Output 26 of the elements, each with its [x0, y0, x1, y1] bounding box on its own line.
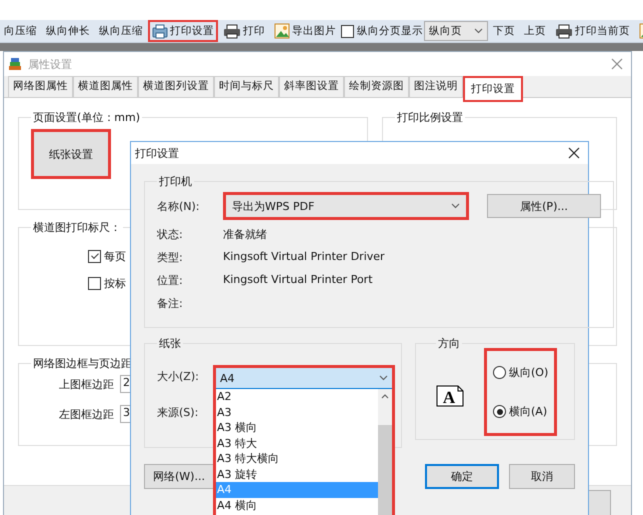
info-value: 准备就绪	[223, 227, 267, 242]
info-label: 备注:	[157, 296, 184, 311]
group-title: 打印比例设置	[396, 110, 464, 125]
group-title: 方向	[437, 336, 461, 351]
group-title: 横道图打印标尺：	[32, 220, 122, 235]
group-title: 纸张	[158, 336, 182, 351]
radio-label: 纵向(O)	[509, 365, 548, 380]
landscape-page-icon: A	[436, 385, 464, 407]
dialog-title: 属性设置	[28, 56, 72, 72]
checkbox-label: 每页	[104, 249, 126, 264]
field-label: 大小(Z):	[157, 368, 200, 384]
field-label: 上图框边距	[59, 376, 114, 392]
info-value: Kingsoft Virtual Printer Port	[223, 273, 373, 288]
checkbox-label: 纵向分页显示	[357, 24, 423, 38]
field-label: 名称(N):	[157, 198, 201, 214]
info-value: Kingsoft Virtual Printer Driver	[223, 250, 385, 265]
info-label: 状态:	[157, 227, 184, 242]
group-title: 页面设置(单位：mm)	[32, 110, 142, 125]
field-label: 左图框边距	[59, 406, 114, 422]
group-title: 打印机	[158, 174, 193, 189]
checkbox-label: 按标	[104, 276, 126, 291]
radio-label: 横向(A)	[509, 404, 548, 419]
field-label: 来源(S):	[157, 404, 200, 420]
info-label: 类型:	[157, 250, 184, 265]
dialog-title: 打印设置	[135, 146, 179, 160]
info-label: 位置:	[157, 273, 184, 288]
